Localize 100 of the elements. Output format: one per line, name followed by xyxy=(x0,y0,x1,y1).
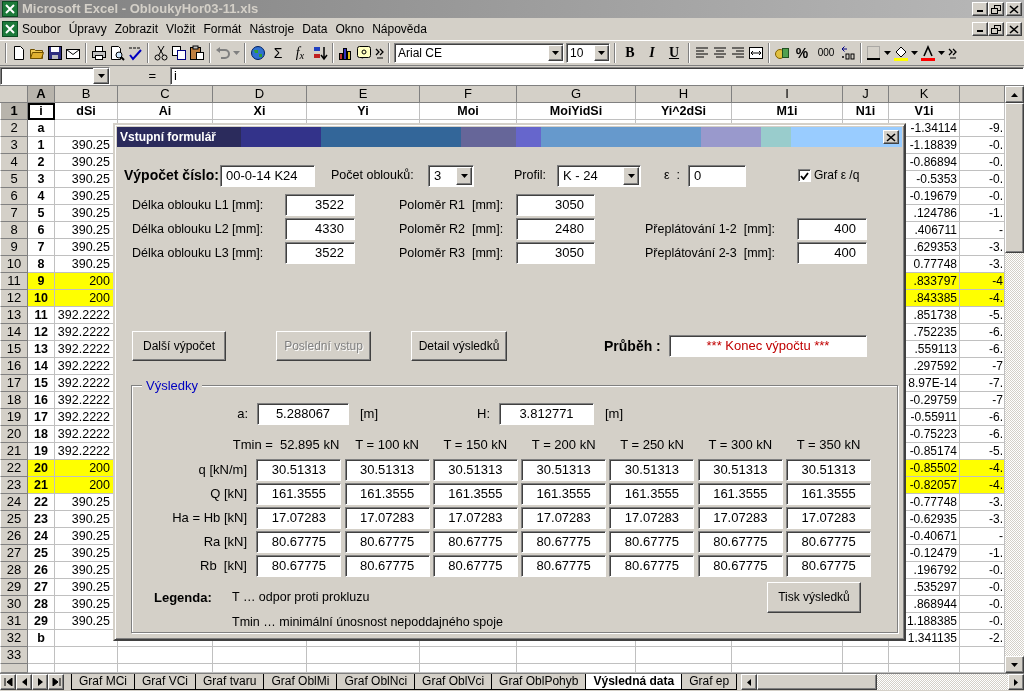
globe-icon[interactable] xyxy=(250,45,266,61)
menu-item[interactable]: Formát xyxy=(199,19,246,39)
underline-button[interactable]: U xyxy=(664,44,684,62)
column-header[interactable]: K xyxy=(889,86,960,103)
sheet-nav-button[interactable] xyxy=(16,674,32,690)
row-header[interactable]: 18 xyxy=(0,392,28,409)
sheet-tab[interactable]: Graf ep xyxy=(681,674,738,690)
row-header[interactable]: 15 xyxy=(0,341,28,358)
row-header[interactable]: 16 xyxy=(0,358,28,375)
print-results-button[interactable]: Tisk výsledků xyxy=(767,582,861,613)
sheet-tab[interactable]: Graf VCi xyxy=(134,674,196,690)
caret-icon[interactable] xyxy=(97,73,105,78)
row-header[interactable]: 27 xyxy=(0,545,28,562)
save-icon[interactable] xyxy=(47,45,63,61)
text-field[interactable]: 3050 xyxy=(516,194,595,216)
dialog-button[interactable]: Další výpočet xyxy=(132,331,226,361)
align-center-icon[interactable] xyxy=(712,45,728,61)
result-field[interactable]: 17.07283 xyxy=(609,507,695,529)
text-field[interactable]: 3522 xyxy=(285,242,355,264)
caret-icon[interactable] xyxy=(911,51,918,55)
row-header[interactable]: 9 xyxy=(0,239,28,256)
menu-item[interactable]: Vložit xyxy=(162,19,200,39)
fill-color-icon[interactable] xyxy=(893,45,909,61)
column-header[interactable]: D xyxy=(213,86,307,103)
caret-icon[interactable] xyxy=(884,51,891,55)
caret-icon[interactable] xyxy=(598,51,605,55)
result-field[interactable]: 161.3555 xyxy=(256,483,342,505)
sort-icon[interactable] xyxy=(312,45,328,61)
result-field[interactable]: 161.3555 xyxy=(786,483,872,505)
sheet-tab[interactable]: Graf OblNci xyxy=(336,674,416,690)
result-field[interactable]: 80.67775 xyxy=(786,531,872,553)
select-all-corner[interactable] xyxy=(0,86,28,103)
column-header[interactable]: A xyxy=(28,86,55,103)
spreadsheet-icon[interactable] xyxy=(2,21,18,37)
row-header[interactable]: 19 xyxy=(0,409,28,426)
scroll-right-button[interactable] xyxy=(1008,674,1024,690)
sheet-tab[interactable]: Výsledná data xyxy=(585,674,683,690)
row-header[interactable]: 25 xyxy=(0,511,28,528)
close-button[interactable] xyxy=(883,130,899,144)
menu-item[interactable]: Nástroje xyxy=(245,19,299,39)
name-box[interactable] xyxy=(0,66,110,85)
caret-icon[interactable] xyxy=(938,51,945,55)
result-field[interactable]: 80.67775 xyxy=(609,531,695,553)
sheet-tab[interactable]: Graf OblVci xyxy=(414,674,493,690)
row-header[interactable]: 17 xyxy=(0,375,28,392)
scroll-left-button[interactable] xyxy=(741,674,758,690)
menu-item[interactable]: Nápověda xyxy=(368,19,431,39)
column-header[interactable]: G xyxy=(517,86,636,103)
caret-icon[interactable] xyxy=(627,173,635,178)
scroll-down-button[interactable] xyxy=(1005,656,1024,673)
result-field[interactable]: 80.67775 xyxy=(256,531,342,553)
result-field[interactable]: 80.67775 xyxy=(344,531,430,553)
restore-button[interactable] xyxy=(988,22,1004,36)
row-header[interactable]: 30 xyxy=(0,596,28,613)
row-header[interactable]: 4 xyxy=(0,154,28,171)
row-header[interactable]: 10 xyxy=(0,256,28,273)
result-field[interactable]: 17.07283 xyxy=(697,507,783,529)
align-right-icon[interactable] xyxy=(730,45,746,61)
menu-item[interactable]: Data xyxy=(298,19,332,39)
row-header[interactable]: 14 xyxy=(0,324,28,341)
minimize-button[interactable] xyxy=(972,22,988,36)
row-header[interactable]: 5 xyxy=(0,171,28,188)
close-button[interactable] xyxy=(1006,2,1022,16)
print-icon[interactable] xyxy=(91,45,107,61)
print-preview-icon[interactable] xyxy=(109,45,125,61)
row-header[interactable]: 7 xyxy=(0,205,28,222)
profile-dropdown[interactable]: K - 24 xyxy=(557,164,641,187)
result-field[interactable]: 30.51313 xyxy=(432,459,518,481)
result-field[interactable]: 17.07283 xyxy=(344,507,430,529)
restore-button[interactable] xyxy=(988,2,1004,16)
result-field[interactable]: 30.51313 xyxy=(697,459,783,481)
percent-button[interactable]: % xyxy=(792,44,812,62)
menu-item[interactable]: Okno xyxy=(331,19,369,39)
column-header[interactable]: I xyxy=(732,86,843,103)
row-header[interactable]: 31 xyxy=(0,613,28,630)
result-field[interactable]: 80.67775 xyxy=(256,555,342,577)
column-header[interactable]: J xyxy=(843,86,889,103)
dialog-button[interactable]: Detail výsledků xyxy=(411,331,507,361)
result-field[interactable]: 30.51313 xyxy=(344,459,430,481)
close-button[interactable] xyxy=(1006,22,1022,36)
caret-icon[interactable] xyxy=(552,51,559,55)
result-field[interactable]: 80.67775 xyxy=(344,555,430,577)
text-field[interactable]: 3.812771 xyxy=(499,403,594,425)
undo-icon[interactable] xyxy=(215,45,231,61)
result-field[interactable]: 80.67775 xyxy=(786,555,872,577)
caret-icon[interactable] xyxy=(460,173,468,178)
row-header[interactable]: 32 xyxy=(0,630,28,647)
copy-icon[interactable] xyxy=(171,45,187,61)
result-field[interactable]: 161.3555 xyxy=(609,483,695,505)
row-header[interactable]: 24 xyxy=(0,494,28,511)
result-field[interactable]: 17.07283 xyxy=(786,507,872,529)
text-field[interactable]: 400 xyxy=(797,218,867,240)
row-header[interactable]: 23 xyxy=(0,477,28,494)
row-header[interactable]: 3 xyxy=(0,137,28,154)
row-header[interactable]: 8 xyxy=(0,222,28,239)
column-header[interactable]: H xyxy=(636,86,732,103)
row-header[interactable]: 20 xyxy=(0,426,28,443)
sheet-nav-button[interactable] xyxy=(32,674,48,690)
checkbox[interactable] xyxy=(798,169,811,182)
result-field[interactable]: 161.3555 xyxy=(521,483,607,505)
